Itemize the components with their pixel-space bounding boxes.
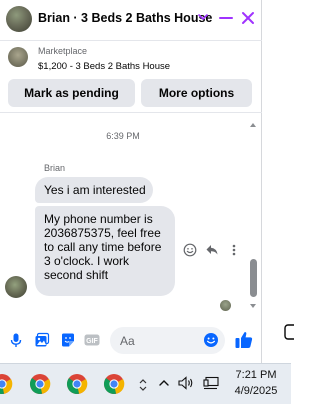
- chrome-icon[interactable]: [103, 373, 125, 395]
- message-list[interactable]: 6:39 PM Brian Yes i am interested My pho…: [0, 113, 262, 313]
- like-icon[interactable]: [234, 330, 254, 350]
- mic-icon[interactable]: [8, 332, 24, 348]
- chrome-icon[interactable]: [66, 373, 88, 395]
- marketplace-listing: Marketplace $1,200 - 3 Beds 2 Baths Hous…: [0, 40, 262, 113]
- react-emoji-icon[interactable]: [183, 243, 197, 257]
- listing-source: Marketplace: [38, 46, 88, 56]
- new-message-icon[interactable]: [284, 324, 294, 340]
- sticker-icon[interactable]: [60, 332, 76, 348]
- photo-icon[interactable]: [34, 332, 50, 348]
- svg-text:GIF: GIF: [86, 338, 98, 345]
- minimize-icon[interactable]: [219, 10, 233, 26]
- message-timestamp: 6:39 PM: [106, 131, 140, 141]
- chat-avatar[interactable]: [6, 6, 32, 32]
- chevron-up-icon[interactable]: [158, 377, 170, 389]
- message-composer: GIF: [0, 322, 262, 360]
- sender-avatar[interactable]: [5, 276, 27, 298]
- volume-icon[interactable]: [178, 376, 194, 390]
- chat-header[interactable]: Brian · 3 Beds 2 Baths House: [0, 0, 262, 40]
- listing-thumbnail[interactable]: [8, 47, 28, 67]
- reply-icon[interactable]: [205, 243, 219, 257]
- close-icon[interactable]: [240, 10, 256, 26]
- windows-taskbar: 7:21 PM 4/9/2025: [0, 363, 291, 404]
- messenger-chat-window: Brian · 3 Beds 2 Baths House Marketplace…: [0, 0, 262, 363]
- network-icon[interactable]: [203, 376, 219, 390]
- message-bubble[interactable]: My phone number is 2036875375, feel free…: [35, 206, 175, 296]
- gif-icon[interactable]: GIF: [84, 332, 100, 348]
- listing-price-title[interactable]: $1,200 - 3 Beds 2 Baths House: [38, 61, 170, 72]
- clock-date[interactable]: 4/9/2025: [226, 385, 286, 397]
- divider: [0, 40, 262, 41]
- scroll-up-icon[interactable]: [249, 121, 257, 129]
- seen-indicator-avatar: [220, 300, 231, 311]
- sender-name: Brian: [44, 163, 66, 173]
- clock-time[interactable]: 7:21 PM: [226, 369, 286, 381]
- chrome-icon[interactable]: [0, 373, 13, 395]
- scroll-down-icon[interactable]: [249, 302, 257, 310]
- scroll-arrows-icon[interactable]: [138, 378, 148, 392]
- emoji-icon[interactable]: [203, 332, 219, 348]
- chevron-down-icon[interactable]: [197, 11, 209, 23]
- message-bubble[interactable]: Yes i am interested: [35, 177, 153, 203]
- more-options-icon[interactable]: [227, 243, 241, 257]
- more-options-button[interactable]: More options: [141, 79, 252, 107]
- scrollbar-thumb[interactable]: [250, 259, 257, 297]
- mark-as-pending-button[interactable]: Mark as pending: [8, 79, 135, 107]
- chrome-icon[interactable]: [29, 373, 51, 395]
- chat-title[interactable]: Brian · 3 Beds 2 Baths House: [38, 11, 212, 25]
